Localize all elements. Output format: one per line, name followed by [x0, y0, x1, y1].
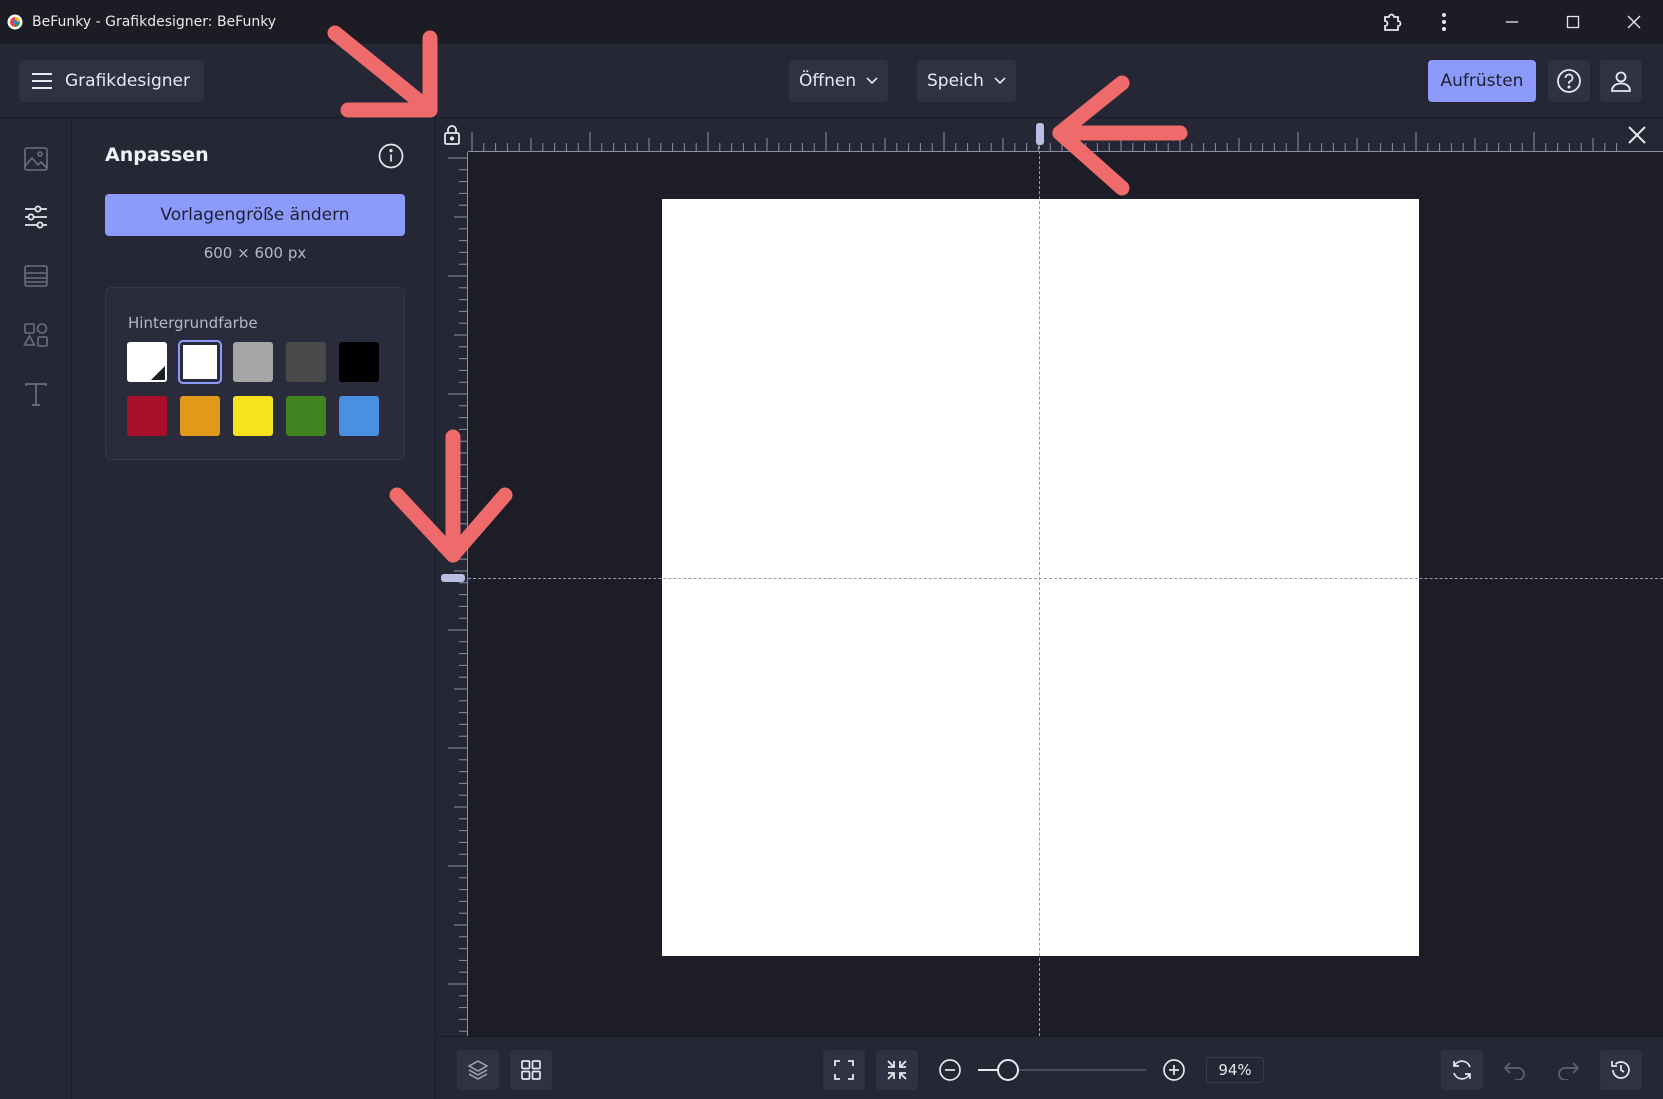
rail-item-image[interactable] [18, 141, 54, 177]
layers-icon [467, 1060, 489, 1080]
zoom-in-icon[interactable] [1162, 1058, 1186, 1082]
bottom-toolbar: 94% [436, 1036, 1663, 1099]
history-icon [1611, 1061, 1630, 1079]
hamburger-icon [32, 73, 52, 89]
adjust-panel: Anpassen Vorlagengröße ändern 600 × 600 … [72, 118, 436, 1099]
open-dropdown-label: Öffnen [799, 71, 857, 91]
expand-icon [834, 1060, 854, 1080]
grid-icon [521, 1060, 541, 1080]
swatch-red[interactable] [127, 396, 167, 436]
more-vertical-icon [1442, 13, 1446, 31]
puzzle-icon [1384, 13, 1402, 31]
fit-to-screen-button[interactable] [823, 1050, 865, 1090]
save-dropdown-label: Speich [927, 71, 984, 91]
rail-item-adjust[interactable] [18, 199, 54, 235]
layers-button[interactable] [457, 1050, 499, 1090]
main-menu-button[interactable]: Grafikdesigner [19, 60, 204, 102]
compress-icon [887, 1060, 907, 1080]
close-rulers-icon[interactable] [1625, 123, 1649, 147]
undo-icon [1503, 1062, 1525, 1080]
background-color-label: Hintergrundfarbe [128, 314, 258, 332]
open-dropdown[interactable]: Öffnen [789, 60, 889, 102]
zoom-out-icon[interactable] [938, 1058, 962, 1082]
horizontal-guide-handle[interactable] [441, 574, 465, 582]
redo-button[interactable] [1547, 1050, 1589, 1090]
template-size-label: 600 × 600 px [203, 244, 307, 262]
panel-title: Anpassen [105, 144, 209, 166]
chevron-down-icon [994, 77, 1006, 85]
text-icon [25, 383, 47, 406]
rail-item-layouts[interactable] [18, 258, 54, 294]
title-bar: BeFunky - Grafikdesigner: BeFunky [0, 0, 1663, 44]
extensions-button[interactable] [1364, 0, 1420, 44]
account-button[interactable] [1600, 60, 1642, 102]
refresh-icon [1453, 1060, 1471, 1080]
close-icon [1627, 15, 1641, 29]
upgrade-button[interactable]: Aufrüsten [1428, 60, 1536, 102]
minimize-icon [1506, 21, 1518, 23]
resize-template-button[interactable]: Vorlagengröße ändern [105, 194, 405, 236]
ruler-left-ticks [448, 157, 468, 1032]
app-toolbar: Grafikdesigner Öffnen Speich Aufrüsten [0, 44, 1663, 118]
browser-menu-button[interactable] [1416, 0, 1472, 44]
swatch-transparent[interactable] [127, 342, 167, 382]
actual-size-button[interactable] [876, 1050, 918, 1090]
layout-icon [24, 265, 48, 287]
swatch-dark-gray[interactable] [286, 342, 326, 382]
tool-rail [0, 118, 72, 1099]
rail-item-text[interactable] [18, 376, 54, 412]
annotation-arrow-left-ruler [389, 429, 513, 563]
swatch-yellow[interactable] [233, 396, 273, 436]
zoom-slider-handle[interactable] [997, 1059, 1020, 1081]
help-icon [1557, 69, 1581, 93]
help-button[interactable] [1548, 60, 1590, 102]
history-button[interactable] [1600, 1050, 1642, 1090]
maximize-icon [1566, 15, 1580, 29]
grid-view-button[interactable] [510, 1050, 552, 1090]
user-icon [1611, 71, 1631, 92]
swatch-blue[interactable] [339, 396, 379, 436]
swatch-white-selected[interactable] [178, 340, 222, 384]
annotation-arrow-top-ruler [1052, 75, 1188, 196]
app-logo-icon [7, 14, 23, 30]
save-dropdown[interactable]: Speich [917, 60, 1016, 102]
info-icon[interactable] [377, 142, 405, 170]
shapes-icon [23, 323, 48, 347]
zoom-value[interactable]: 94% [1206, 1057, 1264, 1083]
window-title: BeFunky - Grafikdesigner: BeFunky [32, 14, 277, 30]
swatch-gray[interactable] [233, 342, 273, 382]
vertical-guide-line[interactable] [1039, 126, 1040, 1036]
main-menu-label: Grafikdesigner [65, 71, 190, 91]
ruler-left[interactable] [436, 152, 468, 1036]
transparency-corner-icon [151, 366, 165, 380]
rail-item-graphics[interactable] [18, 317, 54, 353]
minimize-button[interactable] [1484, 0, 1540, 44]
close-window-button[interactable] [1606, 0, 1662, 44]
swatch-black[interactable] [339, 342, 379, 382]
maximize-button[interactable] [1545, 0, 1601, 44]
background-color-card: Hintergrundfarbe [105, 287, 405, 460]
annotation-arrow-top-left [327, 25, 438, 118]
workspace [436, 118, 1663, 1036]
image-icon [24, 147, 48, 171]
redo-icon [1558, 1062, 1580, 1080]
sliders-icon [25, 205, 47, 229]
horizontal-guide-line[interactable] [468, 578, 1663, 579]
refresh-button[interactable] [1441, 1050, 1483, 1090]
undo-button[interactable] [1494, 1050, 1536, 1090]
swatch-orange[interactable] [180, 396, 220, 436]
chevron-down-icon [866, 77, 878, 85]
swatch-green[interactable] [286, 396, 326, 436]
